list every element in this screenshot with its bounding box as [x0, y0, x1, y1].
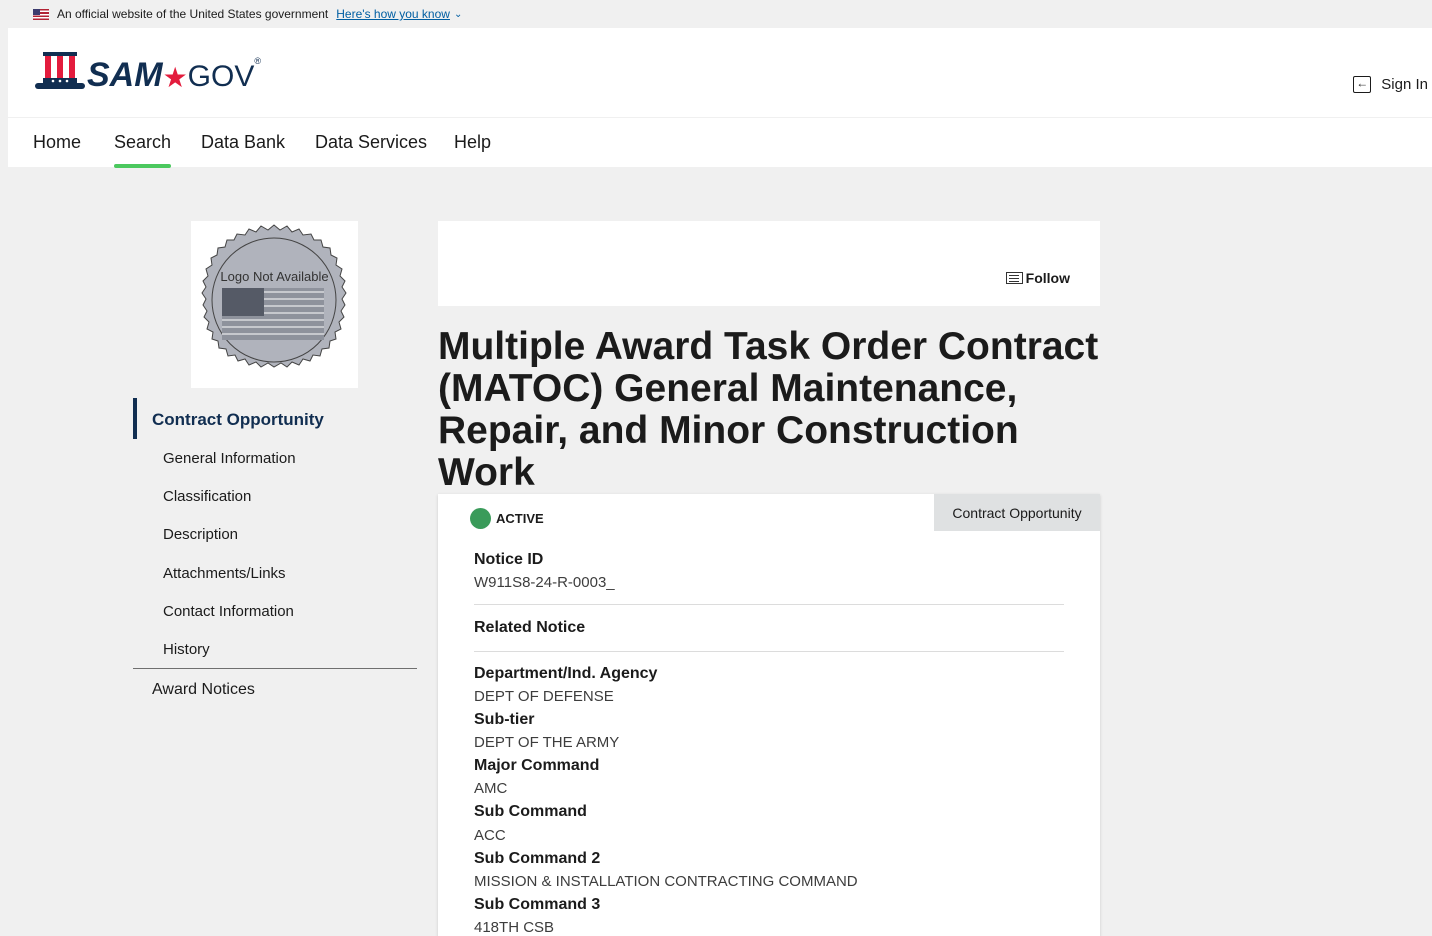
sub-command-label: Sub Command: [474, 803, 587, 820]
notice-detail-card: ACTIVE Contract Opportunity Notice ID W9…: [438, 494, 1100, 936]
agency-logo-card: Logo Not Available: [191, 221, 358, 388]
sidenav-classification[interactable]: Classification: [163, 488, 251, 505]
sign-in-label: Sign In: [1381, 76, 1428, 93]
follow-label: Follow: [1025, 270, 1070, 286]
notice-type-tab: Contract Opportunity: [934, 494, 1100, 531]
logo-not-available-text: Logo Not Available: [220, 269, 329, 284]
logo-registered-mark: ®: [254, 56, 261, 66]
status-dot-icon: [470, 508, 491, 529]
related-notice-label: Related Notice: [474, 619, 586, 636]
sam-gov-logo[interactable]: SAM ★ GOV ®: [33, 50, 261, 92]
page-title: Multiple Award Task Order Contract (MATO…: [438, 325, 1099, 494]
sidenav-description[interactable]: Description: [163, 526, 238, 543]
logo-gov-text: GOV: [187, 60, 255, 93]
sidenav-contact-information[interactable]: Contact Information: [163, 603, 294, 620]
chevron-down-icon[interactable]: ⌄: [454, 9, 462, 20]
sub-command-2-label: Sub Command 2: [474, 850, 601, 867]
gov-banner-text: An official website of the United States…: [57, 7, 329, 21]
sub-command-3-label: Sub Command 3: [474, 896, 601, 913]
notice-id-value: W911S8-24-R-0003_: [474, 574, 615, 591]
notice-id-label: Notice ID: [474, 551, 544, 568]
divider: [474, 604, 1064, 605]
sub-command-2-value: MISSION & INSTALLATION CONTRACTING COMMA…: [474, 873, 858, 890]
status-badge: ACTIVE: [470, 508, 544, 529]
placeholder-seal-icon: [201, 224, 347, 368]
nav-data-services[interactable]: Data Services: [315, 132, 427, 168]
gov-banner: An official website of the United States…: [0, 0, 1432, 28]
divider: [474, 651, 1064, 652]
sub-tier-label: Sub-tier: [474, 711, 535, 728]
sub-command-3-value: 418TH CSB: [474, 919, 555, 936]
sidenav-attachments-links[interactable]: Attachments/Links: [163, 565, 286, 582]
nav-help[interactable]: Help: [454, 132, 491, 168]
department-value: DEPT OF DEFENSE: [474, 688, 614, 705]
uncle-sam-hat-icon: [35, 52, 85, 89]
newspaper-icon: [1005, 272, 1023, 284]
logo-star-icon: ★: [162, 62, 188, 93]
nav-search[interactable]: Search: [114, 132, 172, 168]
major-command-label: Major Command: [474, 757, 600, 774]
sidenav-history[interactable]: History: [163, 641, 210, 658]
sidenav-award-notices[interactable]: Award Notices: [152, 681, 255, 699]
us-flag-icon: [33, 8, 49, 20]
department-label: Department/Ind. Agency: [474, 665, 658, 682]
sidenav-general-information[interactable]: General Information: [163, 450, 296, 467]
heres-how-you-know-link[interactable]: Here's how you know: [336, 7, 450, 21]
major-command-value: AMC: [474, 780, 508, 797]
sign-in-button[interactable]: ← Sign In: [1353, 76, 1428, 93]
sign-in-icon: ←: [1353, 76, 1372, 93]
site-header: SAM ★ GOV ® ← Sign In: [8, 28, 1432, 117]
follow-card: Follow: [438, 221, 1100, 306]
logo-sam-text: SAM: [87, 56, 163, 94]
sub-tier-value: DEPT OF THE ARMY: [474, 734, 620, 751]
nav-home[interactable]: Home: [33, 132, 81, 168]
nav-data-bank[interactable]: Data Bank: [201, 132, 285, 168]
sub-command-value: ACC: [474, 827, 506, 844]
main-nav: Home Search Data Bank Data Services Help: [8, 117, 1432, 168]
sidenav-divider: [133, 668, 417, 669]
follow-button[interactable]: Follow: [1005, 270, 1070, 286]
sidenav-contract-opportunity[interactable]: Contract Opportunity: [133, 398, 417, 439]
status-label: ACTIVE: [496, 511, 544, 526]
